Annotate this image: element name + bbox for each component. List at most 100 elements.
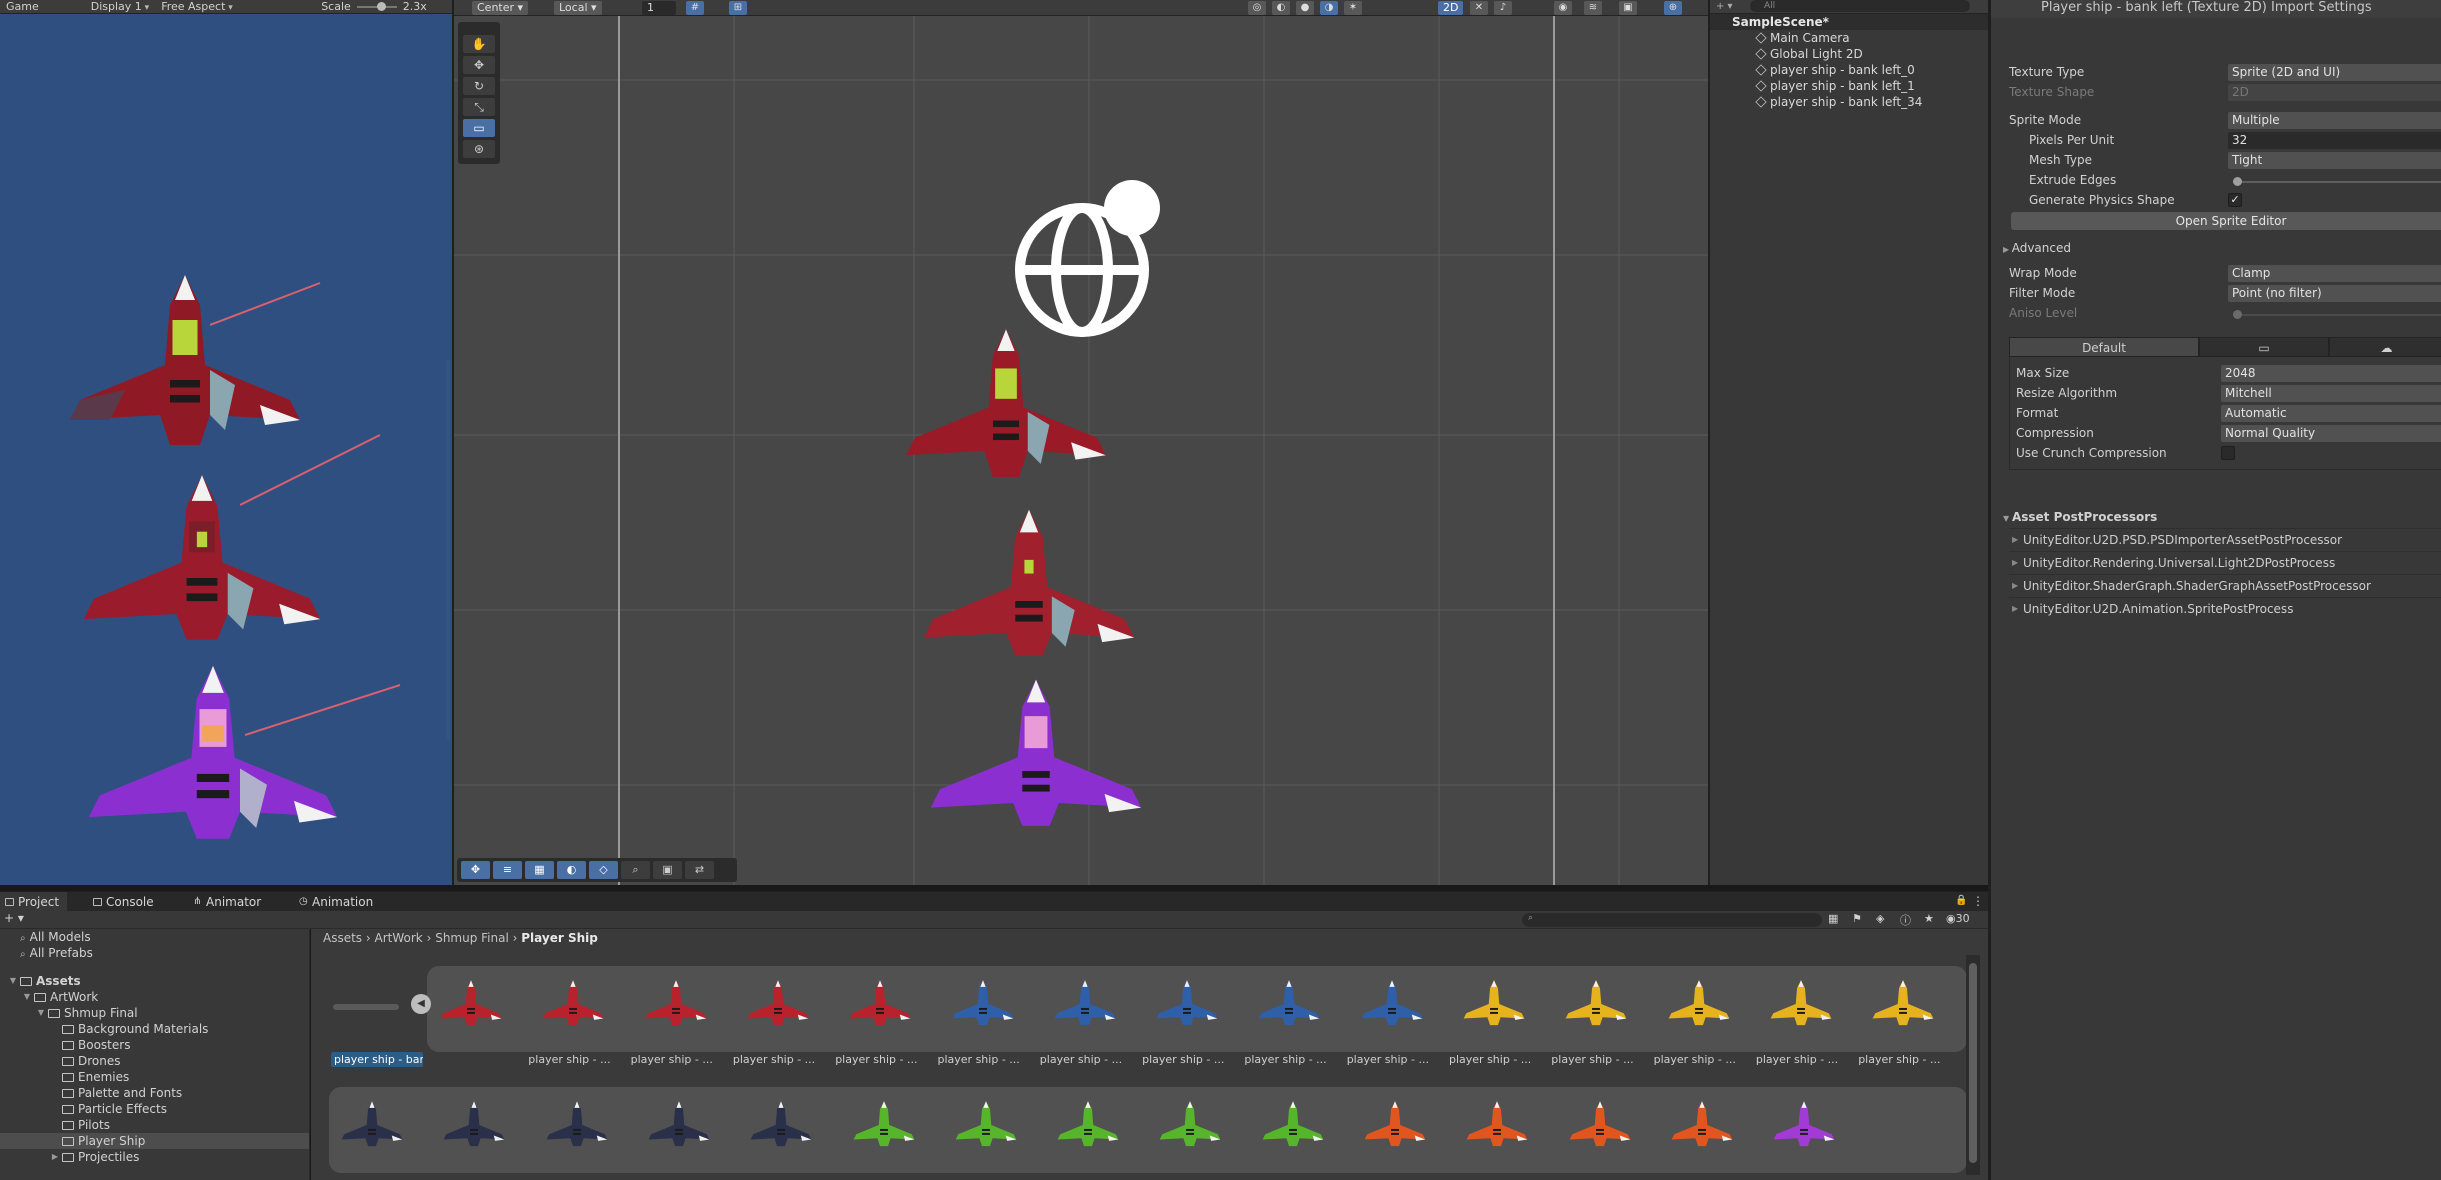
favorite-icon[interactable]: ★	[1924, 912, 1934, 925]
sprite-cell-label[interactable]: player ship - ...	[1142, 1052, 1234, 1067]
game-view[interactable]: Game Display 1 Free Aspect Scale 2.3x	[0, 0, 452, 885]
favorite-item[interactable]: ⌕ All Models	[0, 929, 309, 945]
shading-textured-icon[interactable]: ◑	[1320, 1, 1338, 15]
hierarchy-item[interactable]: player ship - bank left_1	[1710, 78, 1988, 94]
sprite-cell[interactable]	[540, 974, 640, 1038]
hierarchy-search-input[interactable]: All	[1750, 0, 1970, 12]
sprite-cell[interactable]	[748, 1095, 848, 1159]
gizmos-icon[interactable]: ⊕	[1664, 1, 1682, 15]
breadcrumb-item[interactable]: ArtWork	[375, 931, 423, 945]
open-sprite-editor-button[interactable]: Open Sprite Editor	[2011, 212, 2441, 230]
filter-mode-dropdown[interactable]: Point (no filter)	[2228, 285, 2441, 302]
fold-arrow-icon[interactable]: ▼	[8, 973, 18, 989]
sprite-cell[interactable]	[1154, 974, 1254, 1038]
sprite-cell[interactable]	[544, 1095, 644, 1159]
wrap-mode-dropdown[interactable]: Clamp	[2228, 265, 2441, 282]
tab-animator[interactable]: ⋔ Animator	[188, 892, 269, 912]
max-size-dropdown[interactable]: 2048	[2221, 365, 2441, 382]
tree-folder[interactable]: Enemies	[0, 1069, 309, 1085]
scene-view[interactable]: Center ▾ Local ▾ 1 # ⊞ ◎ ◐ ● ◑ ✶ 2D ✕ ♪ …	[452, 0, 1708, 885]
layers-icon[interactable]: ≋	[1584, 1, 1602, 15]
tree-folder[interactable]: ▼ Shmup Final	[0, 1005, 309, 1021]
sprite-cell[interactable]	[851, 1095, 951, 1159]
tree-folder[interactable]: Palette and Fonts	[0, 1085, 309, 1101]
fold-arrow-icon[interactable]: ▼	[36, 1005, 46, 1021]
sprite-cell[interactable]	[1256, 974, 1356, 1038]
aspect-dropdown[interactable]: Free Aspect	[155, 0, 315, 13]
sprite-cell[interactable]	[745, 974, 845, 1038]
sprite-cell-label[interactable]: player ship - ban...	[331, 1052, 423, 1067]
sprite-cell[interactable]	[441, 1095, 541, 1159]
tree-folder[interactable]: Background Materials	[0, 1021, 309, 1037]
sprite-cell[interactable]	[1870, 974, 1970, 1038]
2d-toggle[interactable]: 2D	[1438, 1, 1464, 15]
fold-arrow-icon[interactable]: ▼	[22, 989, 32, 1005]
scale-slider[interactable]	[356, 1, 397, 11]
sprite-cell[interactable]	[339, 1095, 439, 1159]
pivot-dropdown[interactable]: Center ▾	[472, 1, 529, 15]
postprocessor-item[interactable]: UnityEditor.U2D.Animation.SpritePostProc…	[2009, 597, 2441, 620]
palette-grip[interactable]	[463, 26, 495, 32]
mesh-type-dropdown[interactable]: Tight	[2228, 152, 2441, 169]
postprocessor-item[interactable]: UnityEditor.Rendering.Universal.Light2DP…	[2009, 551, 2441, 574]
scene-ship-red[interactable]	[896, 325, 1116, 490]
create-asset-icon[interactable]: + ▾	[4, 911, 24, 925]
scale-tool-icon[interactable]: ⤡	[463, 98, 495, 116]
tree-folder[interactable]: ▶ Projectiles	[0, 1149, 309, 1165]
breadcrumb-item[interactable]: Assets	[323, 931, 362, 945]
sprite-cell-label[interactable]: player ship - ...	[1040, 1052, 1132, 1067]
lock-icon[interactable]: 🔒	[1955, 895, 1967, 906]
tree-folder[interactable]: ▼ ArtWork	[0, 989, 309, 1005]
sprite-mode-dropdown[interactable]: Multiple	[2228, 112, 2441, 129]
tab-default[interactable]: Default	[2009, 337, 2199, 357]
tab-animation[interactable]: ◷ Animation	[294, 892, 381, 912]
scene-root[interactable]: SampleScene*	[1710, 14, 1988, 30]
hierarchy-item[interactable]: player ship - bank left_0	[1710, 62, 1988, 78]
filter-type-icon[interactable]: ▦	[1828, 912, 1838, 925]
breadcrumb-current[interactable]: Player Ship	[521, 931, 598, 945]
info-icon[interactable]: ⓘ	[1900, 912, 1911, 928]
physics-shape-checkbox[interactable]: ✓	[2228, 193, 2242, 207]
sprite-cell[interactable]	[1055, 1095, 1155, 1159]
postprocessor-item[interactable]: UnityEditor.U2D.PSD.PSDImporterAssetPost…	[2009, 528, 2441, 551]
sprite-cell[interactable]	[1157, 1095, 1257, 1159]
snap-field[interactable]: 1	[642, 1, 676, 15]
space-dropdown[interactable]: Local ▾	[554, 1, 602, 15]
hierarchy-item[interactable]: Main Camera	[1710, 30, 1988, 46]
postprocessor-item[interactable]: UnityEditor.ShaderGraph.ShaderGraphAsset…	[2009, 574, 2441, 597]
collapse-strip-button[interactable]: ◀	[411, 994, 431, 1014]
texture-thumbnail[interactable]	[333, 1004, 399, 1010]
rotate-tool-icon[interactable]: ↻	[463, 77, 495, 95]
rect-tool-icon[interactable]: ▭	[463, 119, 495, 137]
increment-snap-icon[interactable]: ⊞	[729, 1, 747, 15]
tab-web[interactable]: ☁	[2329, 337, 2441, 357]
sprite-settings-icon[interactable]: ≡	[493, 861, 522, 879]
tab-console[interactable]: Console	[88, 892, 162, 912]
texture-type-dropdown[interactable]: Sprite (2D and UI)	[2228, 64, 2441, 81]
audio-icon[interactable]: ♪	[1494, 1, 1512, 15]
sprite-layer-icon[interactable]: ◇	[589, 861, 618, 879]
global-light-icon[interactable]	[1012, 180, 1172, 340]
extrude-edges-slider[interactable]	[2233, 177, 2441, 186]
sprite-cell-label[interactable]: player ship - ...	[938, 1052, 1030, 1067]
sprite-cell-label[interactable]: player ship - ...	[1756, 1052, 1848, 1067]
hierarchy-item[interactable]: Global Light 2D	[1710, 46, 1988, 62]
tree-folder[interactable]: ▼ Assets	[0, 973, 309, 989]
tree-folder[interactable]: Particle Effects	[0, 1101, 309, 1117]
project-scrollbar[interactable]	[1966, 955, 1980, 1175]
project-search-input[interactable]: ⌕	[1522, 913, 1822, 927]
hand-tool-icon[interactable]: ✋	[463, 35, 495, 53]
sprite-cell[interactable]	[950, 974, 1050, 1038]
tab-standalone[interactable]: ▭	[2199, 337, 2329, 357]
sprite-cell-label[interactable]: player ship - ...	[733, 1052, 825, 1067]
game-tab-label[interactable]: Game	[0, 0, 45, 13]
sprite-cell[interactable]	[1362, 1095, 1462, 1159]
sprite-cell-label[interactable]: player ship - ...	[1347, 1052, 1439, 1067]
fold-arrow-icon[interactable]: ▶	[50, 1149, 60, 1165]
sprite-cell-label[interactable]: player ship - ...	[528, 1052, 620, 1067]
filter-log-icon[interactable]: ◈	[1876, 912, 1884, 925]
sprite-cell-label[interactable]: player ship - ...	[1244, 1052, 1336, 1067]
sprite-cell-label[interactable]: player ship - ...	[1449, 1052, 1541, 1067]
sprite-cell-label[interactable]: player ship - ...	[1858, 1052, 1950, 1067]
sprite-cell-label[interactable]: player ship - ...	[835, 1052, 927, 1067]
